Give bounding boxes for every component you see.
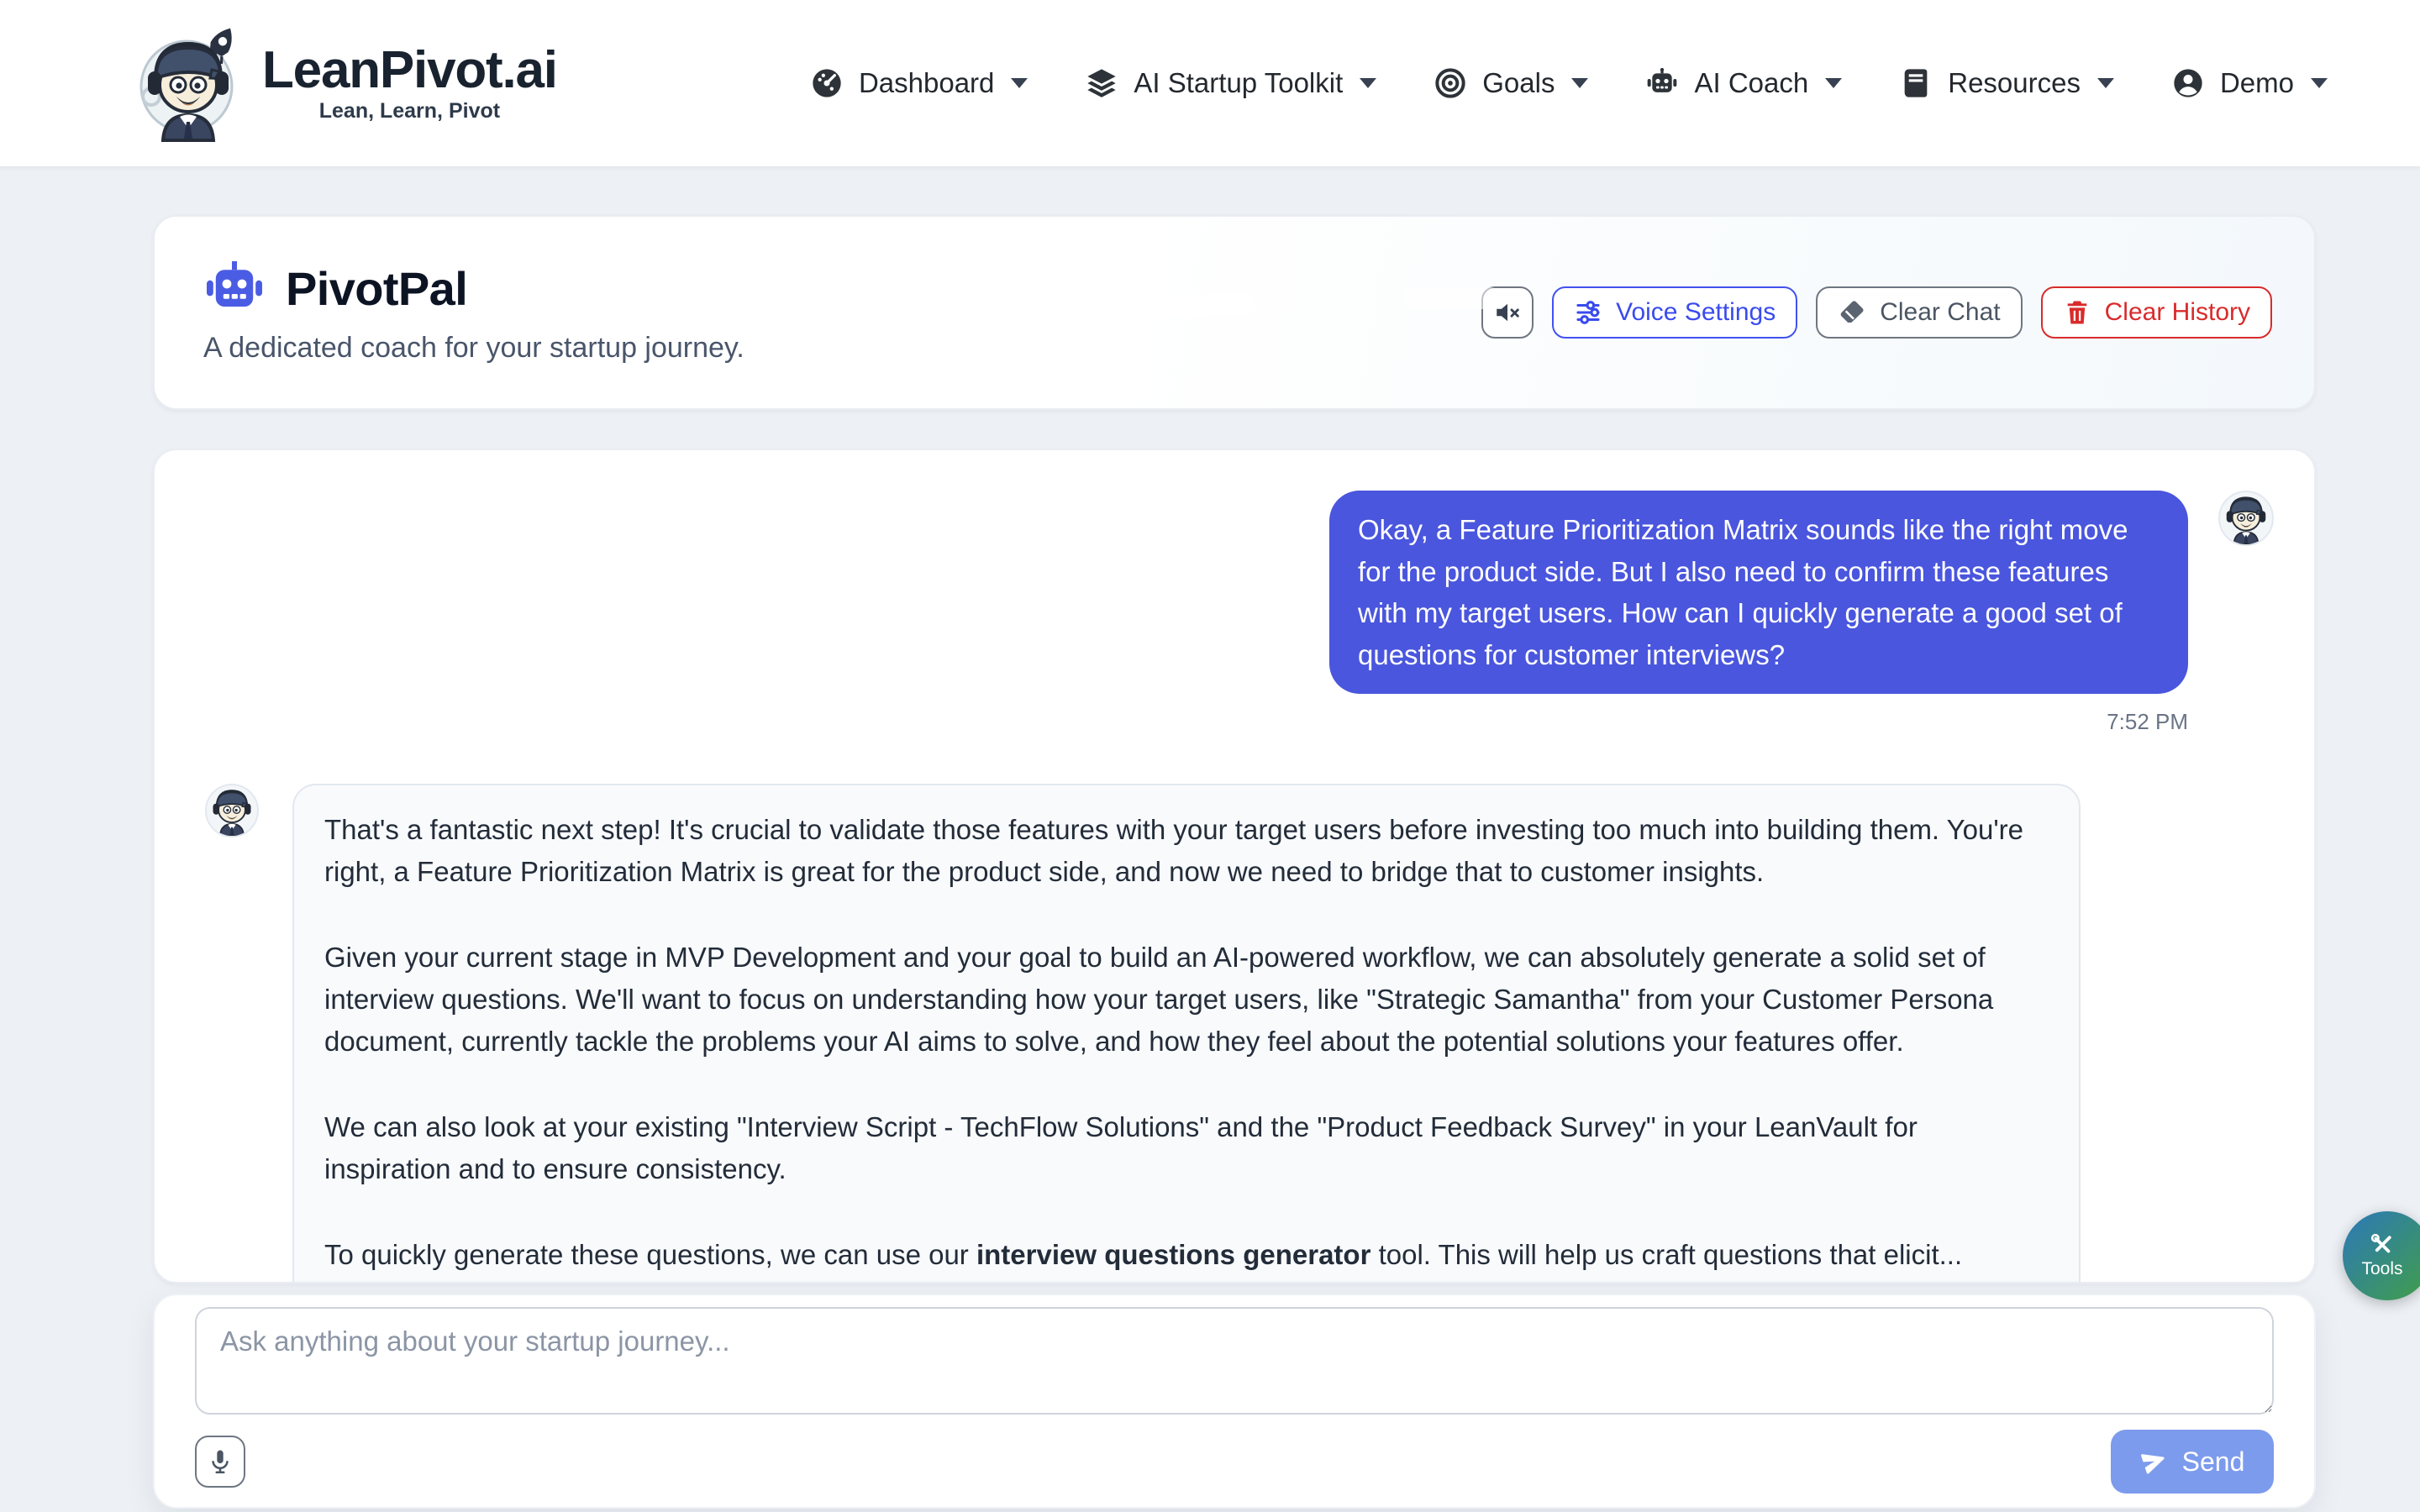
send-label: Send: [2182, 1446, 2245, 1478]
send-button[interactable]: Send: [2111, 1430, 2274, 1494]
assistant-avatar: [205, 784, 259, 837]
sliders-icon: [1574, 298, 1602, 327]
composer: Send: [153, 1294, 2316, 1509]
coach-actions: Voice Settings Clear Chat Clear History: [1481, 286, 2272, 339]
coach-header-card: PivotPal MVP Development A dedicated coa…: [153, 215, 2316, 410]
chevron-down-icon: [1011, 78, 1028, 88]
nav-item-dashboard[interactable]: Dashboard: [810, 66, 1028, 100]
nav-label: Dashboard: [859, 67, 994, 99]
nav-label: Demo: [2220, 67, 2294, 99]
paper-plane-icon: [2140, 1448, 2167, 1475]
nav-item-resources[interactable]: Resources: [1899, 66, 2114, 100]
voice-settings-label: Voice Settings: [1616, 298, 1776, 327]
nav-item-goals[interactable]: Goals: [1434, 66, 1588, 100]
mic-button[interactable]: [195, 1436, 245, 1488]
faded-decoration: [1104, 294, 1255, 316]
coach-title: PivotPal: [286, 261, 467, 316]
tools-icon: [2370, 1232, 2395, 1257]
clear-chat-label: Clear Chat: [1880, 298, 2000, 327]
clear-chat-button[interactable]: Clear Chat: [1816, 286, 2022, 339]
nav-label: AI Coach: [1694, 67, 1808, 99]
trash-icon: [2063, 298, 2091, 327]
user-message-row: Okay, a Feature Prioritization Matrix so…: [195, 491, 2274, 694]
mascot-logo-icon: [134, 13, 242, 154]
nav-label: Resources: [1948, 67, 2081, 99]
nav-label: Goals: [1482, 67, 1555, 99]
robot-icon: [1645, 66, 1679, 100]
voice-settings-button[interactable]: Voice Settings: [1552, 286, 1797, 339]
chevron-down-icon: [2097, 78, 2114, 88]
assistant-paragraph-clipped: To quickly generate these questions, we …: [324, 1234, 2049, 1276]
user-circle-icon: [2171, 66, 2205, 100]
book-icon: [1899, 66, 1933, 100]
mic-icon: [206, 1447, 234, 1476]
message-timestamp: 7:52 PM: [195, 709, 2274, 735]
eraser-icon: [1838, 298, 1866, 327]
brand-name: LeanPivot.ai: [262, 43, 557, 97]
nav-item-demo[interactable]: Demo: [2171, 66, 2328, 100]
top-navbar: LeanPivot.ai Lean, Learn, Pivot Dashboar…: [0, 0, 2420, 168]
leanpivot-app: LeanPivot.ai Lean, Learn, Pivot Dashboar…: [0, 0, 2420, 1512]
chat-panel: Okay, a Feature Prioritization Matrix so…: [153, 449, 2316, 1284]
nav-item-ai-startup-toolkit[interactable]: AI Startup Toolkit: [1085, 66, 1376, 100]
target-icon: [1434, 66, 1467, 100]
stage-badge: MVP Development: [528, 276, 725, 302]
coach-subtitle: A dedicated coach for your startup journ…: [203, 332, 744, 365]
nav-item-ai-coach[interactable]: AI Coach: [1645, 66, 1842, 100]
main-nav: Dashboard AI Startup Toolkit Goals: [810, 66, 2328, 100]
chat-input[interactable]: [195, 1307, 2274, 1415]
user-avatar: [2218, 491, 2274, 546]
user-message-bubble: Okay, a Feature Prioritization Matrix so…: [1329, 491, 2188, 694]
assistant-paragraph: Given your current stage in MVP Developm…: [324, 937, 2049, 1063]
assistant-paragraph: We can also look at your existing "Inter…: [324, 1106, 2049, 1190]
clear-history-label: Clear History: [2105, 298, 2250, 327]
brand-text: LeanPivot.ai Lean, Learn, Pivot: [262, 43, 557, 123]
chevron-down-icon: [2311, 78, 2328, 88]
brand-logo[interactable]: LeanPivot.ai Lean, Learn, Pivot: [134, 13, 557, 154]
chevron-down-icon: [1571, 78, 1588, 88]
assistant-message-row: That's a fantastic next step! It's cruci…: [195, 784, 2274, 1284]
brand-tagline: Lean, Learn, Pivot: [262, 99, 557, 123]
gauge-icon: [810, 66, 844, 100]
pivotpal-robot-icon: [203, 261, 266, 317]
tools-fab-label: Tools: [2361, 1259, 2402, 1279]
nav-label: AI Startup Toolkit: [1134, 67, 1343, 99]
tools-fab-button[interactable]: Tools: [2343, 1211, 2420, 1300]
chevron-down-icon: [1360, 78, 1376, 88]
assistant-message-bubble: That's a fantastic next step! It's cruci…: [292, 784, 2081, 1284]
assistant-paragraph: That's a fantastic next step! It's cruci…: [324, 809, 2049, 893]
layers-icon: [1085, 66, 1118, 100]
clear-history-button[interactable]: Clear History: [2041, 286, 2272, 339]
chevron-down-icon: [1825, 78, 1842, 88]
faded-decoration: [1403, 287, 1501, 309]
